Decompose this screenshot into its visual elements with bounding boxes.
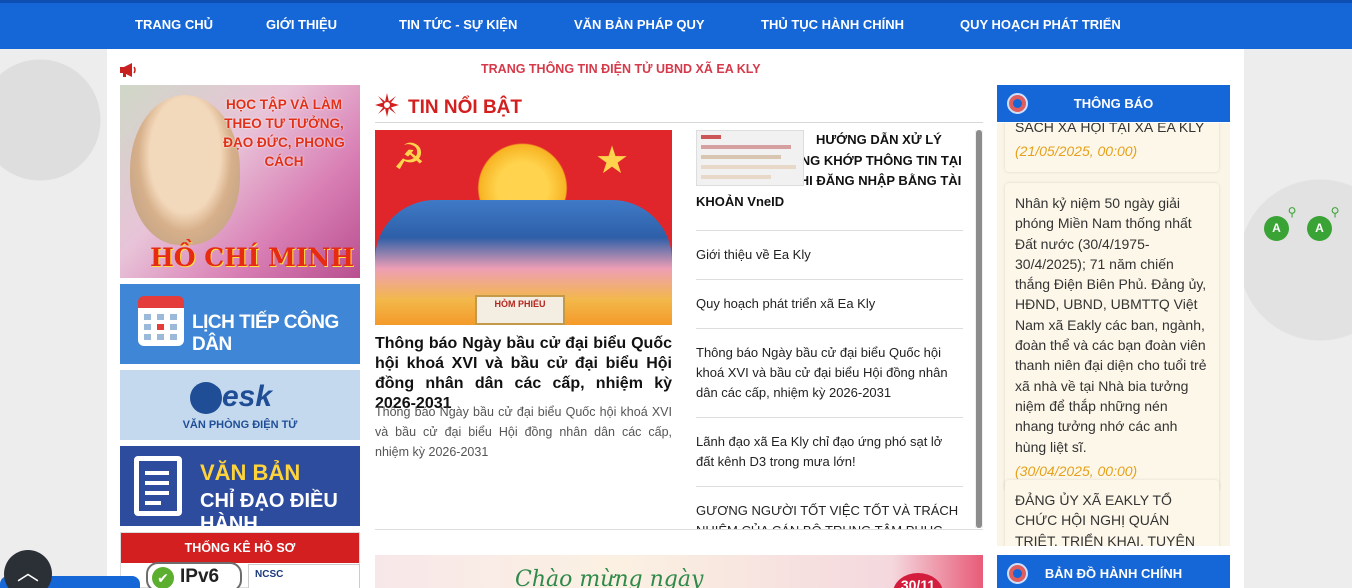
scrollbar-thumb[interactable] xyxy=(976,130,982,528)
banner-slogan: HỌC TẬP VÀ LÀM THEO TƯ TƯỞNG, ĐẠO ĐỨC, P… xyxy=(223,97,345,169)
banner-idesk[interactable]: iDesk VĂN PHÒNG ĐIỆN TỬ xyxy=(120,370,360,440)
marquee-text: TRANG THÔNG TIN ĐIỆN TỬ UBND XÃ EA KLY xyxy=(481,62,761,76)
top-navigation: TRANG CHỦ GIỚI THIỆU TIN TỨC - SỰ KIỆN V… xyxy=(0,0,1352,49)
nav-item-administrative-procedures[interactable]: THỦ TỤC HÀNH CHÍNH xyxy=(761,17,904,32)
list-item[interactable]: Giới thiệu về Ea Kly xyxy=(696,231,963,280)
banner-label-line1: VĂN BẢN xyxy=(200,460,301,485)
star-icon: ★ xyxy=(595,140,630,182)
font-tool-label: A xyxy=(1315,221,1324,235)
notices-header-label: THÔNG BÁO xyxy=(1073,96,1154,111)
notice-card[interactable]: SÁCH XÃ HỘI TẠI XÃ EA KLY (21/05/2025, 0… xyxy=(1005,123,1219,172)
notice-date: (21/05/2025, 00:00) xyxy=(1015,143,1138,160)
ring-icon xyxy=(1007,563,1028,584)
section-divider xyxy=(375,122,983,123)
check-icon: ✔ xyxy=(152,567,174,588)
news-thumbnail xyxy=(696,130,804,186)
greeting-banner[interactable]: Chào mừng ngày 30/11 xyxy=(375,555,983,588)
list-item[interactable]: Quy hoạch phát triển xã Ea Kly xyxy=(696,280,963,329)
font-increase-button[interactable]: A ⚲ xyxy=(1307,206,1339,241)
notice-date: (30/04/2025, 00:00) xyxy=(1015,462,1138,479)
greeting-text: Chào mừng ngày xyxy=(515,567,704,588)
notice-text: Nhân kỷ niệm 50 ngày giải phóng Miền Nam… xyxy=(1015,195,1207,455)
notice-text: ĐẢNG ỦY XÃ EAKLY TỔ CHỨC HỘI NGHỊ QUÁN T… xyxy=(1015,492,1195,546)
notices-list: SÁCH XÃ HỘI TẠI XÃ EA KLY (21/05/2025, 0… xyxy=(997,123,1230,546)
map-header[interactable]: BẢN ĐỒ HÀNH CHÍNH xyxy=(997,555,1230,588)
nav-item-legal-documents[interactable]: VĂN BẢN PHÁP QUY xyxy=(574,17,705,32)
banner-directive-documents[interactable]: VĂN BẢN CHỈ ĐẠO ĐIỀU HÀNH xyxy=(120,446,360,526)
ring-icon xyxy=(1007,93,1028,114)
list-item[interactable]: HƯỚNG DẪN XỬ LÝ TÀI KHOẢN KHÔNG KHỚP THÔ… xyxy=(696,130,963,231)
greeting-date: 30/11 xyxy=(893,573,943,588)
document-icon xyxy=(134,456,182,516)
ipv6-label: IPv6 xyxy=(180,566,220,587)
featured-summary: Thông báo Ngày bầu cử đại biểu Quốc hội … xyxy=(375,405,672,459)
section-divider xyxy=(375,529,983,530)
list-item[interactable]: Lãnh đạo xã Ea Kly chỉ đạo ứng phó sạt l… xyxy=(696,418,963,487)
calendar-icon xyxy=(138,296,184,346)
idesk-logo: iDesk xyxy=(192,380,273,413)
chevron-up-icon: ︿ xyxy=(16,560,39,585)
font-decrease-button[interactable]: A ⚲ xyxy=(1264,206,1296,241)
section-title: TIN NỔI BẬT xyxy=(375,93,522,119)
idesk-subtitle: VĂN PHÒNG ĐIỆN TỬ xyxy=(182,419,298,431)
news-list: HƯỚNG DẪN XỬ LÝ TÀI KHOẢN KHÔNG KHỚP THÔ… xyxy=(696,130,963,530)
notices-header: THÔNG BÁO xyxy=(997,85,1230,122)
zoom-out-icon: ⚲ xyxy=(1287,205,1297,219)
hammer-sickle-icon: ☭ xyxy=(393,136,426,177)
nav-item-about[interactable]: GIỚI THIỆU xyxy=(266,17,337,32)
banner-label: THỐNG KÊ HỒ SƠ xyxy=(121,533,359,563)
banner-label: LỊCH TIẾP CÔNG DÂN xyxy=(192,312,339,355)
list-item[interactable]: GƯƠNG NGƯỜI TỐT VIỆC TỐT VÀ TRÁCH NHIỆM … xyxy=(696,487,963,530)
nav-item-news-events[interactable]: TIN TỨC - SỰ KIỆN xyxy=(399,17,517,32)
zoom-in-icon: ⚲ xyxy=(1330,205,1340,219)
ncsc-badge[interactable]: NCSC xyxy=(248,564,360,588)
map-header-label: BẢN ĐỒ HÀNH CHÍNH xyxy=(1044,566,1183,581)
banner-citizen-reception-schedule[interactable]: LỊCH TIẾP CÔNG DÂN xyxy=(120,284,360,364)
megaphone-icon xyxy=(120,63,136,77)
list-item[interactable]: Thông báo Ngày bầu cử đại biểu Quốc hội … xyxy=(696,329,963,418)
banner-label-line2: CHỈ ĐẠO ĐIỀU HÀNH xyxy=(200,490,338,526)
banner-ho-chi-minh[interactable]: HỌC TẬP VÀ LÀM THEO TƯ TƯỞNG, ĐẠO ĐỨC, P… xyxy=(120,85,360,278)
featured-image[interactable]: ☭ ★ HÒM PHIẾU xyxy=(375,130,672,325)
section-star-icon xyxy=(375,93,399,117)
notice-text: SÁCH XÃ HỘI TẠI XÃ EA KLY xyxy=(1015,123,1205,135)
nav-item-home[interactable]: TRANG CHỦ xyxy=(135,17,213,32)
banner-name: HỒ CHÍ MINH xyxy=(150,243,354,272)
font-tool-label: A xyxy=(1272,221,1281,235)
ballot-box: HÒM PHIẾU xyxy=(475,295,565,325)
section-title-text: TIN NỔI BẬT xyxy=(408,97,522,118)
nav-item-development-planning[interactable]: QUY HOẠCH PHÁT TRIỂN xyxy=(960,17,1121,32)
notice-card[interactable]: Nhân kỷ niệm 50 ngày giải phóng Miền Nam… xyxy=(1005,183,1219,492)
news-scrollbar[interactable] xyxy=(975,130,983,528)
notice-card[interactable]: ĐẢNG ỦY XÃ EAKLY TỔ CHỨC HỘI NGHỊ QUÁN T… xyxy=(1005,480,1219,546)
ipv6-badge[interactable]: ✔ IPv6 xyxy=(146,562,242,588)
